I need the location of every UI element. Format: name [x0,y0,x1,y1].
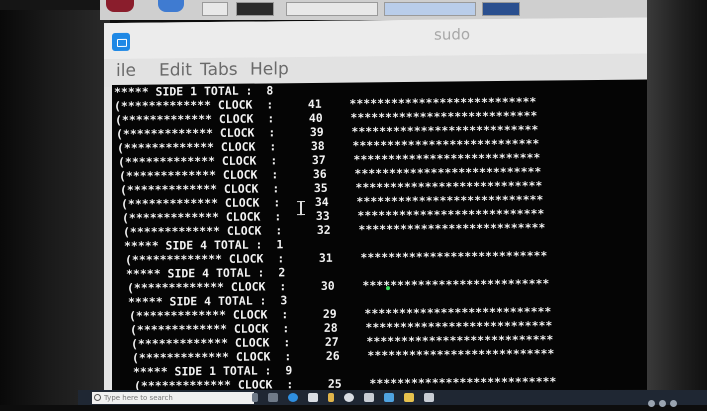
taskbar-search-input[interactable]: Type here to search [92,392,254,404]
app-icon[interactable] [328,393,334,402]
terminal-line: (************* CLOCK : 31 **************… [125,248,548,267]
terminal-output[interactable]: ***** SIDE 1 TOTAL : 8 (************* CL… [112,78,700,396]
tray-icon[interactable] [670,400,677,407]
terminal-line: (************* CLOCK : 26 **************… [132,346,555,365]
tray-icon[interactable] [648,400,655,407]
explorer-icon[interactable] [404,393,414,402]
window-button[interactable] [482,2,520,16]
window-button[interactable] [286,2,378,16]
terminal-line: (************* CLOCK : 30 **************… [127,276,550,295]
menu-help[interactable]: Help [250,59,289,79]
task-view-icon[interactable] [268,393,278,402]
excel-icon[interactable] [384,393,394,402]
photos-icon[interactable] [364,393,374,402]
camera-icon[interactable] [424,393,434,402]
store-icon[interactable] [308,393,318,402]
terminal-line: (************* CLOCK : 32 **************… [123,220,546,239]
window-title: sudo [434,25,471,44]
edge-icon[interactable] [288,393,298,402]
text-cursor-icon [300,201,302,216]
taskbar-slot[interactable] [202,2,228,16]
terminal-app-icon [112,32,130,52]
terminal-launcher-icon[interactable] [236,2,274,16]
menu-tabs[interactable]: Tabs [200,60,238,80]
mic-icon[interactable] [252,393,258,402]
browser-icon[interactable] [158,0,184,12]
system-tray[interactable] [648,392,688,407]
chrome-icon[interactable] [344,393,354,402]
monitor-bezel-left [0,0,110,405]
monitor-bezel-right [647,0,707,405]
tray-icon[interactable] [659,400,666,407]
menu-file[interactable]: ile [116,61,136,81]
window-button[interactable] [384,2,476,16]
menu-edit[interactable]: Edit [159,60,192,80]
raspberry-icon[interactable] [106,0,134,12]
windows-taskbar: Type here to search [78,390,707,407]
terminal-window: sudo ile Edit Tabs Help ***** SIDE 1 TOT… [104,16,704,396]
activity-dot [386,286,390,291]
